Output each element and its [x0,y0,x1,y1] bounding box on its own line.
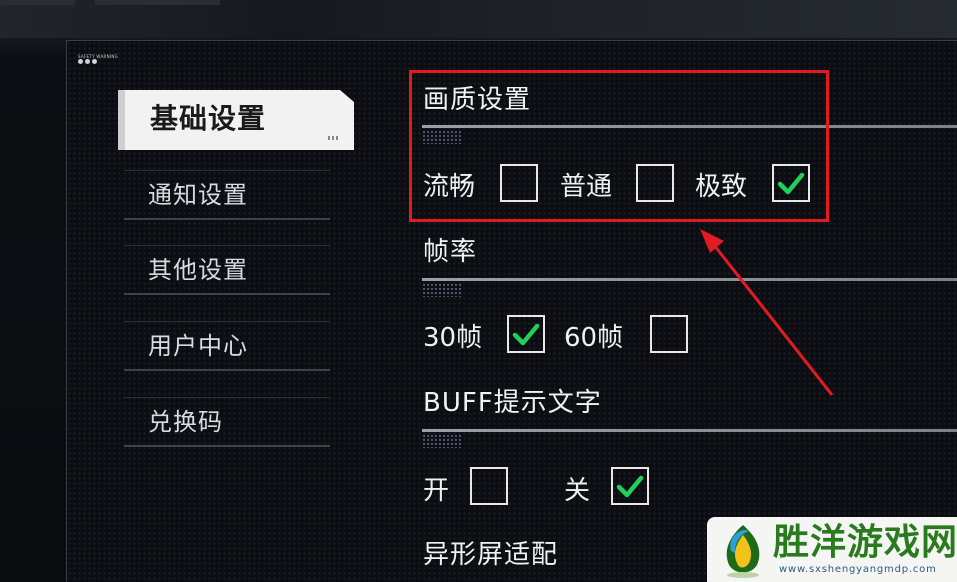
notch-adapt-section-title: 异形屏适配 [423,540,559,570]
framerate-30-label: 30帧 [423,323,483,353]
buff-on-checkbox[interactable] [470,467,508,505]
watermark-logo-icon [726,525,760,578]
sidebar-item-user-center[interactable]: 用户中心 [124,321,330,371]
background-top-tab [0,0,75,5]
panel-logo-icons [78,59,97,64]
watermark-title: 胜洋游戏网 [773,522,957,563]
sidebar-item-label: 通知设置 [148,181,248,209]
background-top-strip [0,0,957,38]
sidebar-active-dots [328,136,340,140]
checkmark-icon [512,323,540,346]
sidebar-item-redeem-code[interactable]: 兑换码 [124,397,330,447]
framerate-section-title: 帧率 [423,237,478,267]
panel-logo: SAFETY WARNING [78,54,118,66]
buff-text-section-title: BUFF提示文字 [423,388,602,418]
section-divider-dots [422,434,462,448]
framerate-60-label: 60帧 [564,323,624,353]
sidebar-item-label: 兑换码 [148,408,223,436]
buff-off-label: 关 [564,476,591,506]
buff-off-checkbox[interactable] [611,467,649,505]
game-settings-screen: SAFETY WARNING 基础设置 通知设置 其他设置 用户中心 兑换码 画… [0,0,957,582]
annotation-highlight-box [409,70,829,222]
sidebar-item-label: 基础设置 [150,102,267,135]
site-watermark: 胜洋游戏网 www.sxshengyangmdp.com [707,517,957,582]
sidebar-item-label: 用户中心 [148,332,248,360]
background-top-tab [95,0,220,5]
buff-on-label: 开 [423,476,450,506]
framerate-30-checkbox[interactable] [507,315,545,353]
checkmark-icon [616,475,644,498]
watermark-url: www.sxshengyangmdp.com [779,564,937,575]
section-divider-dots [422,283,462,297]
section-divider [422,429,957,432]
sidebar-item-label: 其他设置 [148,256,248,284]
sidebar-active-indicator [118,90,125,150]
annotation-arrow-icon [700,229,834,396]
sidebar-item-notification-settings[interactable]: 通知设置 [124,170,330,220]
sidebar-item-other-settings[interactable]: 其他设置 [124,245,330,295]
framerate-60-checkbox[interactable] [650,315,688,353]
